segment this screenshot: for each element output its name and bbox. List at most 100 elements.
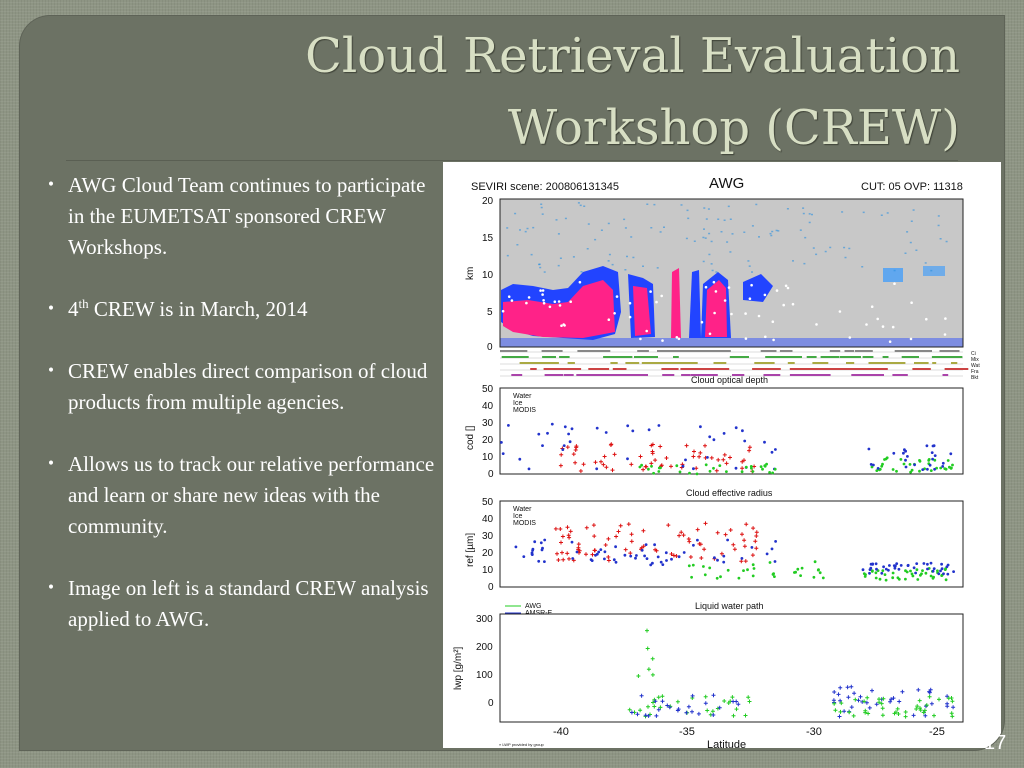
data-point [929,561,933,565]
cirrus-pixel [686,209,689,212]
data-point [722,554,726,558]
data-point [750,546,754,549]
flag-segment [787,362,795,364]
cirrus-pixel [748,265,751,267]
data-point [649,563,653,567]
bullet-item: • CREW enables direct comparison of clou… [34,356,446,418]
cirrus-pixel [540,203,543,205]
data-point [908,463,912,466]
data-point [876,467,880,470]
data-point [883,573,887,576]
flag-segment [792,374,811,376]
flag-segment [779,350,793,352]
cirrus-pixel [693,240,696,242]
flag-segment [912,368,931,370]
data-point [765,552,769,556]
data-point [942,572,945,576]
cirrus-pixel [726,241,729,243]
data-point [725,470,728,473]
flag-segment [637,350,649,352]
title-line-1: Cloud Retrieval Evaluation [305,28,960,84]
cirrus-pixel [705,218,708,220]
ytick-label: 50 [482,497,494,508]
data-point [530,552,534,556]
data-point [872,463,875,467]
data-point [652,471,655,475]
caliop-top-marker [541,289,545,292]
flag-segment [603,374,627,376]
cirrus-pixel [577,202,580,204]
data-point [928,463,932,467]
ytick-label: 10 [482,565,494,576]
data-point [874,571,878,575]
caliop-top-marker [661,339,664,342]
flag-segment [882,356,889,358]
data-point [946,572,950,576]
flag-segment [862,356,874,358]
cirrus-pixel [539,266,542,269]
data-point [665,559,668,562]
cirrus-pixel [541,213,544,215]
data-point [882,565,885,569]
flag-segment [894,350,907,352]
data-point [931,569,935,573]
caliop-top-marker [510,299,514,302]
flag-segment [634,356,658,358]
data-point [880,571,884,575]
data-point [921,569,924,572]
flag-segment [530,368,537,370]
cirrus-pixel [626,255,628,258]
bullet-list: • AWG Cloud Team continues to participat… [34,170,446,666]
cirrus-pixel [680,204,683,206]
cirrus-pixel [912,209,915,211]
cirrus-pixel [811,213,813,216]
ytick-label: 0 [488,469,494,480]
data-point [897,577,901,581]
data-point [539,541,543,545]
ordinal-number: 4 [68,297,79,321]
legend-ice: Ice [513,513,522,520]
data-point [868,571,871,575]
flag-segment [931,356,942,358]
data-point [677,555,681,559]
cirrus-pixel [804,236,807,239]
data-point [614,560,618,564]
cirrus-pixel [702,260,705,263]
legend-modis: MODIS [513,520,536,527]
data-point [570,540,574,544]
bullet-item: • AWG Cloud Team continues to participat… [34,170,446,263]
data-point [575,550,579,554]
data-point [821,576,825,580]
data-point [691,563,695,567]
data-point [734,426,738,430]
cirrus-pixel [663,226,665,228]
data-point [932,575,935,579]
data-point [659,560,663,564]
flag-label: Bkt [971,375,979,381]
data-point [925,444,929,448]
data-point [895,469,898,473]
legend-awg: AWG [525,603,541,610]
data-point [951,463,954,467]
flag-segment [506,356,511,358]
ytick-label: 0 [487,342,493,353]
data-point [818,571,822,575]
caliop-top-marker [786,286,790,290]
data-point [937,572,941,576]
data-point [752,567,756,570]
data-point [681,464,685,468]
data-point [874,562,878,566]
data-point [501,452,505,455]
cirrus-pixel [715,271,718,273]
caliop-top-marker [660,294,663,298]
flag-segment [729,356,749,358]
data-point [932,567,936,570]
cirrus-pixel [729,218,732,220]
x-axis-label: Latitude [707,739,746,748]
data-point [540,548,544,552]
caliop-top-marker [700,320,704,324]
caliop-top-marker [763,293,767,297]
cirrus-pixel [930,269,933,272]
caliop-top-marker [771,320,775,323]
data-point [567,432,570,436]
